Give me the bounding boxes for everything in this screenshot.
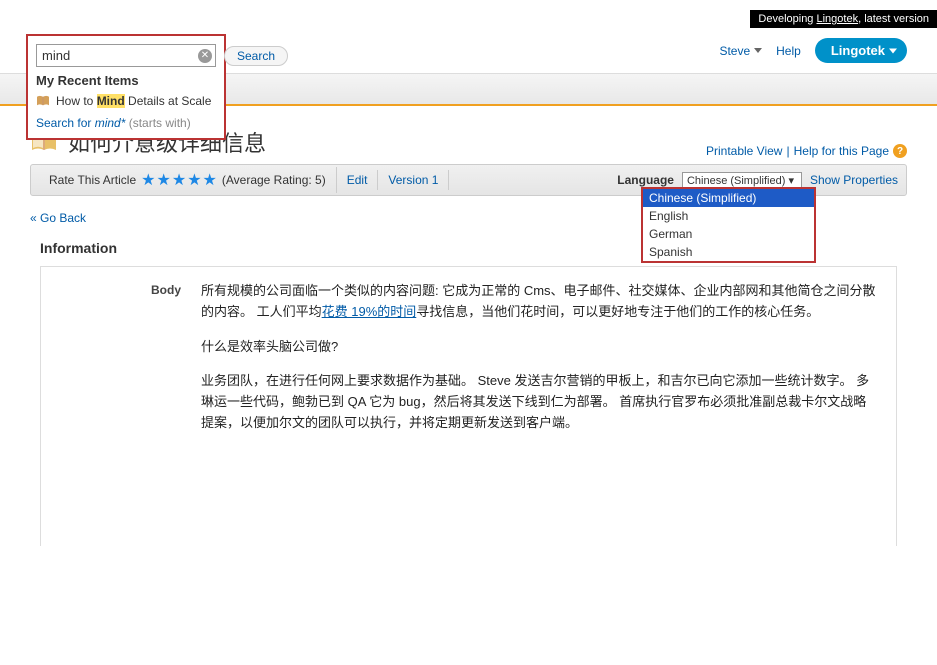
- star-icon[interactable]: ★: [157, 170, 171, 190]
- language-option[interactable]: Spanish: [643, 243, 814, 261]
- avg-rating: (Average Rating: 5): [222, 173, 326, 187]
- user-menu[interactable]: Steve: [719, 44, 762, 58]
- dev-link[interactable]: Lingotek: [816, 13, 858, 25]
- dev-badge: Developing Lingotek, latest version: [750, 10, 937, 28]
- language-label: Language: [617, 173, 674, 187]
- language-select[interactable]: Chinese (Simplified) ▾: [682, 172, 802, 189]
- app-menu-button[interactable]: Lingotek: [815, 38, 907, 63]
- chevron-down-icon: [754, 48, 762, 53]
- search-input[interactable]: [36, 44, 216, 67]
- help-link[interactable]: Help: [776, 44, 801, 58]
- toolbar: Rate This Article ★ ★ ★ ★ ★ (Average Rat…: [30, 164, 907, 196]
- body-label: Body: [61, 281, 181, 532]
- body-content: 所有规模的公司面临一个类似的内容问题: 它成为正常的 Cms、电子邮件、社交媒体…: [201, 281, 876, 532]
- language-option[interactable]: German: [643, 225, 814, 243]
- clear-icon[interactable]: ✕: [198, 49, 212, 63]
- info-box: Body 所有规模的公司面临一个类似的内容问题: 它成为正常的 Cms、电子邮件…: [40, 266, 897, 546]
- book-icon: [36, 95, 50, 107]
- language-option[interactable]: English: [643, 207, 814, 225]
- star-icon[interactable]: ★: [141, 170, 155, 190]
- star-icon[interactable]: ★: [172, 170, 186, 190]
- search-button[interactable]: Search: [224, 46, 288, 66]
- recent-item[interactable]: How to Mind Details at Scale: [36, 94, 216, 108]
- version-button[interactable]: Version 1: [378, 170, 449, 190]
- body-link[interactable]: 花费 19%的时间: [322, 304, 417, 319]
- printable-view-link[interactable]: Printable View: [706, 144, 783, 158]
- rating-stars[interactable]: ★ ★ ★ ★ ★: [141, 170, 217, 190]
- language-dropdown: Chinese (Simplified) English German Span…: [641, 187, 816, 263]
- chevron-down-icon: [889, 48, 897, 53]
- rate-label: Rate This Article: [49, 173, 136, 187]
- recent-items-title: My Recent Items: [36, 73, 216, 88]
- star-icon[interactable]: ★: [203, 170, 217, 190]
- edit-button[interactable]: Edit: [337, 170, 379, 190]
- language-option[interactable]: Chinese (Simplified): [643, 189, 814, 207]
- show-properties-link[interactable]: Show Properties: [810, 173, 898, 187]
- separator: |: [786, 144, 789, 158]
- search-dropdown: ✕ Search My Recent Items How to Mind Det…: [26, 34, 226, 140]
- search-for-link[interactable]: Search for mind* (starts with): [36, 116, 216, 130]
- help-icon[interactable]: ?: [893, 144, 907, 158]
- help-page-link[interactable]: Help for this Page: [794, 144, 889, 158]
- star-icon[interactable]: ★: [187, 170, 201, 190]
